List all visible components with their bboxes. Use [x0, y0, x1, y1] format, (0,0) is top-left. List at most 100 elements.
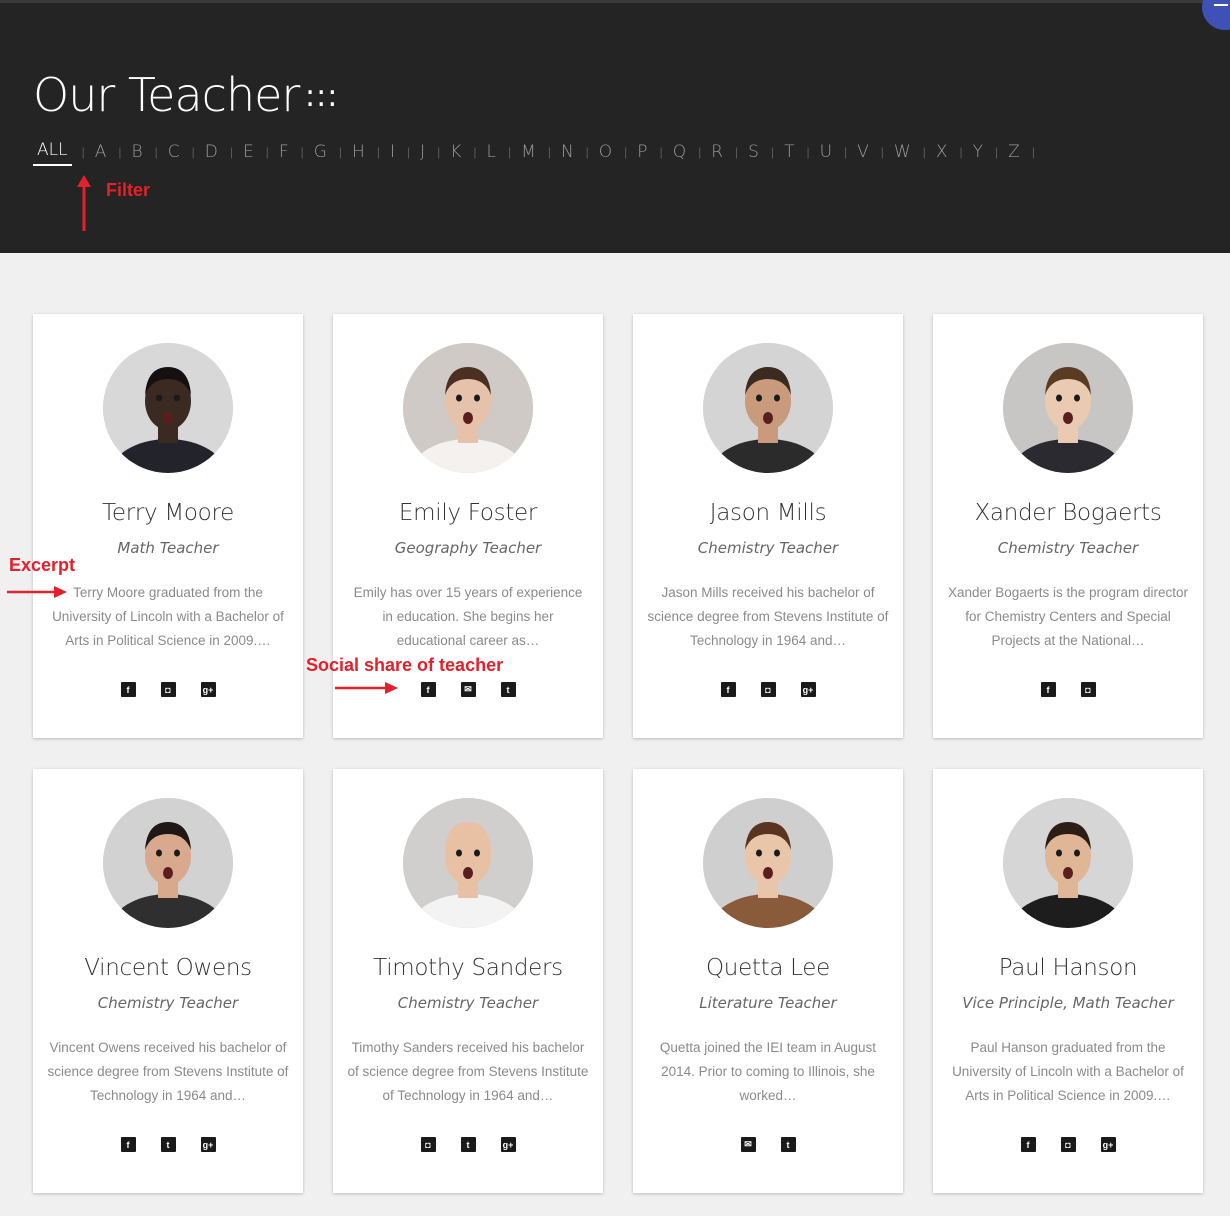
filter-n[interactable]: N [559, 140, 576, 164]
google-plus-icon[interactable]: g+ [200, 682, 216, 697]
filter-separator: | [770, 145, 775, 159]
twitter-icon[interactable]: t [780, 1137, 796, 1152]
filter-item: S | [746, 140, 782, 164]
teacher-card[interactable]: Xander Bogaerts Chemistry Teacher Xander B… [933, 314, 1203, 738]
teacher-avatar[interactable] [403, 798, 533, 928]
filter-c[interactable]: C [166, 140, 182, 164]
filter-o[interactable]: O [597, 140, 614, 164]
filter-z[interactable]: Z [1006, 140, 1022, 164]
filter-item: O | [597, 140, 636, 164]
filter-b[interactable]: B [129, 140, 144, 164]
filter-j[interactable]: J [418, 140, 427, 164]
filter-g[interactable]: G [312, 140, 329, 164]
teacher-social-links: f ◘ [933, 682, 1203, 697]
instagram-icon[interactable]: ◘ [160, 682, 176, 697]
filter-all[interactable]: ALL [33, 138, 72, 166]
google-plus-icon[interactable]: g+ [200, 1137, 216, 1152]
filter-separator: | [995, 145, 999, 159]
filter-item: N | [559, 140, 597, 164]
teacher-name[interactable]: Jason Mills [633, 500, 903, 526]
teacher-role: Chemistry Teacher [97, 994, 239, 1012]
teacher-name[interactable]: Timothy Sanders [333, 955, 603, 981]
filter-v[interactable]: V [855, 140, 871, 164]
facebook-icon[interactable]: f [720, 682, 736, 697]
twitter-icon[interactable]: t [460, 1137, 476, 1152]
filter-item: B | [129, 140, 165, 164]
instagram-icon[interactable]: ◘ [1080, 682, 1096, 697]
teacher-card[interactable]: Quetta Lee Literature Teacher Quetta joine… [633, 769, 903, 1193]
filter-p[interactable]: P [635, 140, 649, 164]
annotation-arrow-right-icon [7, 586, 67, 598]
filter-separator: | [473, 145, 477, 159]
teacher-social-links: f ◘ g+ [33, 682, 303, 697]
teacher-name[interactable]: Terry Moore [33, 500, 303, 526]
teacher-excerpt: Vincent Owens received his bachelor of s… [47, 1040, 289, 1103]
twitter-icon[interactable]: t [160, 1137, 176, 1152]
email-icon[interactable]: ✉ [740, 1137, 756, 1152]
facebook-icon[interactable]: f [120, 1137, 136, 1152]
facebook-icon[interactable]: f [1040, 682, 1056, 697]
teacher-social-links: f ◘ g+ [633, 682, 903, 697]
filter-i[interactable]: I [388, 140, 397, 164]
teacher-role: Vice Principle, Math Teacher [962, 994, 1174, 1012]
teacher-avatar[interactable] [403, 343, 533, 473]
filter-separator: | [922, 145, 926, 159]
filter-item: Y | [971, 140, 1007, 164]
filter-k[interactable]: K [448, 140, 463, 164]
filter-a[interactable]: A [93, 140, 109, 164]
teacher-name[interactable]: Paul Hanson [933, 955, 1203, 981]
filter-x[interactable]: X [934, 140, 950, 164]
teacher-avatar[interactable] [1003, 798, 1133, 928]
filter-l[interactable]: L [485, 140, 498, 164]
filter-item: Z | [1006, 140, 1043, 164]
facebook-icon[interactable]: f [1020, 1137, 1036, 1152]
filter-r[interactable]: R [709, 140, 725, 164]
teacher-name[interactable]: Xander Bogaerts [933, 500, 1203, 526]
menu-button[interactable] [1202, 0, 1230, 30]
teacher-avatar[interactable] [103, 343, 233, 473]
facebook-icon[interactable]: f [120, 682, 136, 697]
filter-w[interactable]: W [892, 140, 913, 164]
instagram-icon[interactable]: ◘ [420, 1137, 436, 1152]
filter-t[interactable]: T [782, 140, 796, 164]
google-plus-icon[interactable]: g+ [800, 682, 816, 697]
instagram-icon[interactable]: ◘ [760, 682, 776, 697]
teacher-role: Chemistry Teacher [397, 994, 539, 1012]
teacher-excerpt: Jason Mills received his bachelor of sci… [647, 585, 889, 648]
filter-e[interactable]: E [241, 140, 256, 164]
filter-separator: | [624, 145, 628, 159]
teacher-name[interactable]: Emily Foster [333, 500, 603, 526]
filter-y[interactable]: Y [971, 140, 985, 164]
twitter-icon[interactable]: t [500, 682, 516, 697]
teacher-avatar[interactable] [103, 798, 233, 928]
filter-m[interactable]: M [519, 140, 538, 164]
email-icon[interactable]: ✉ [460, 682, 476, 697]
teacher-avatar[interactable] [703, 798, 833, 928]
teacher-name[interactable]: Vincent Owens [33, 955, 303, 981]
filter-s[interactable]: S [746, 140, 761, 164]
teacher-card[interactable]: Paul Hanson Vice Principle, Math Teacher P… [933, 769, 1203, 1193]
filter-item: R | [709, 140, 746, 164]
google-plus-icon[interactable]: g+ [1100, 1137, 1116, 1152]
filter-item: H | [350, 140, 388, 164]
filter-d[interactable]: D [203, 140, 220, 164]
teacher-avatar[interactable] [1003, 343, 1133, 473]
teacher-card[interactable]: Jason Mills Chemistry Teacher Jason Mills … [633, 314, 903, 738]
filter-h[interactable]: H [350, 140, 367, 164]
filter-u[interactable]: U [818, 140, 834, 164]
filter-q[interactable]: Q [671, 140, 688, 164]
teacher-excerpt: Xander Bogaerts is the program director … [947, 585, 1189, 648]
filter-item: F | [277, 140, 312, 164]
teacher-card[interactable]: Terry Moore Math Teacher Terry Moore gradu… [33, 314, 303, 738]
teacher-card[interactable]: Vincent Owens Chemistry Teacher Vincent Ow… [33, 769, 303, 1193]
filter-separator: | [880, 145, 884, 159]
instagram-icon[interactable]: ◘ [1060, 1137, 1076, 1152]
facebook-icon[interactable]: f [420, 682, 436, 697]
teacher-card[interactable]: Timothy Sanders Chemistry Teacher Timothy … [333, 769, 603, 1193]
teacher-avatar[interactable] [703, 343, 833, 473]
teacher-name[interactable]: Quetta Lee [633, 955, 903, 981]
filter-f[interactable]: F [277, 140, 291, 164]
filter-separator: | [959, 145, 963, 159]
teacher-social-links: ✉ t [633, 1137, 903, 1152]
google-plus-icon[interactable]: g+ [500, 1137, 516, 1152]
